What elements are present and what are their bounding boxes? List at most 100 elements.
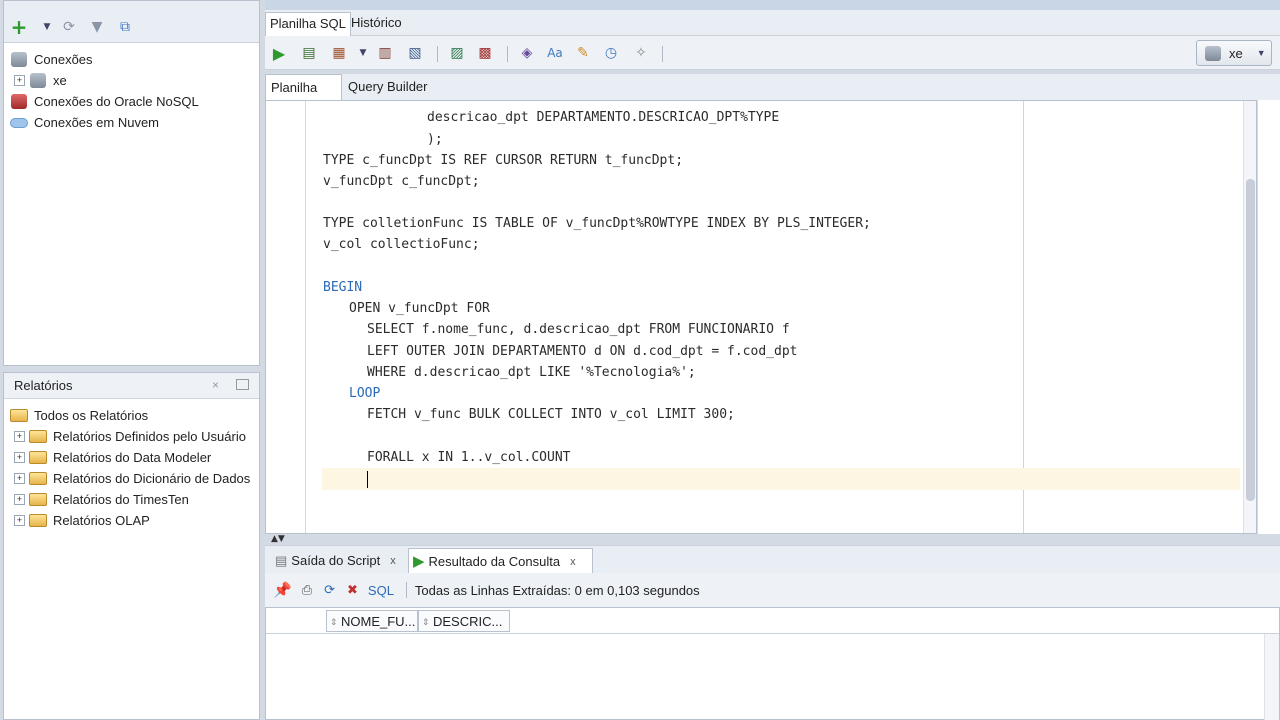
pin-icon[interactable]: 📌 — [273, 581, 292, 599]
tab-sql-worksheet[interactable]: Planilha SQL — [265, 12, 351, 36]
editor-toolbar: ▶ ▤ ▦ ▼ ▥ ▧ ▨ ▩ ◈ Aa ✎ ◷ ✧ xe ▼ — [265, 36, 1280, 70]
add-connection-icon[interactable]: + — [10, 15, 28, 39]
schema-browser-icon[interactable]: ⧉ — [116, 18, 134, 36]
dropdown-arrow-icon[interactable]: ▼ — [353, 43, 373, 63]
tree-item-label: Relatórios Definidos pelo Usuário — [53, 429, 246, 444]
connections-toolbar: + ▼ ⟳ ▼ ⧉ — [4, 1, 259, 43]
sort-icon: ⇕ — [422, 617, 430, 627]
worksheet-tabs: Planilha Query Builder — [265, 74, 1280, 100]
tab-history[interactable]: Histórico — [347, 12, 406, 36]
eraser-icon[interactable]: ✎ — [573, 43, 593, 63]
expand-icon[interactable]: + — [14, 473, 25, 484]
vertical-scrollbar[interactable] — [1264, 634, 1279, 720]
autotrace-icon[interactable]: ▨ — [447, 43, 467, 63]
reports-panel: Relatórios × Todos os Relatórios + Relat… — [3, 372, 260, 720]
tab-label: Resultado da Consulta — [428, 553, 561, 569]
close-icon[interactable]: x — [570, 549, 576, 575]
tree-item-olap[interactable]: + Relatórios OLAP — [14, 510, 150, 531]
tab-script-output[interactable]: ▤ Saída do Script x — [271, 548, 403, 574]
explain-plan-icon[interactable]: ▧ — [405, 43, 425, 63]
tab-worksheet[interactable]: Planilha — [265, 74, 342, 100]
cancel-query-icon[interactable]: ✖ — [347, 583, 358, 598]
sql-tuning-icon[interactable]: ◈ — [517, 43, 537, 63]
column-header[interactable]: ⇕ DESCRIC... — [418, 610, 510, 632]
reports-panel-header: Relatórios × — [4, 373, 259, 399]
tree-item-connections[interactable]: Conexões — [10, 49, 93, 70]
tools-icon[interactable]: ✧ — [631, 43, 651, 63]
expand-icon[interactable]: + — [14, 452, 25, 463]
tree-item-label: Relatórios OLAP — [53, 513, 150, 528]
fetch-status: Todas as Linhas Extraídas: 0 em 0,103 se… — [414, 582, 700, 598]
commit-icon[interactable]: ▦ — [329, 43, 349, 63]
close-icon[interactable]: × — [212, 378, 219, 392]
toolbar-separator — [507, 46, 508, 62]
tree-item-user-reports[interactable]: + Relatórios Definidos pelo Usuário — [14, 426, 246, 447]
tab-query-result[interactable]: ▶ Resultado da Consulta x — [408, 548, 593, 574]
close-icon[interactable]: x — [390, 548, 396, 574]
vertical-scrollbar[interactable] — [1243, 101, 1256, 533]
connection-select[interactable]: xe ▼ — [1196, 40, 1272, 66]
grid-header: ⇕ NOME_FU... ⇕ DESCRIC... — [266, 608, 1279, 634]
sort-icon: ⇕ — [330, 617, 338, 627]
code-line: v_funcDpt c_funcDpt; — [323, 174, 480, 189]
folder-icon — [29, 513, 47, 529]
run-script-icon[interactable]: ▤ — [299, 43, 319, 63]
code-line: LEFT OUTER JOIN DEPARTAMENTO d ON d.cod_… — [367, 344, 798, 359]
reports-title: Relatórios — [14, 378, 73, 393]
print-icon[interactable]: ⎙ — [302, 583, 312, 598]
results-grid[interactable]: ⇕ NOME_FU... ⇕ DESCRIC... — [265, 607, 1280, 720]
expand-icon[interactable]: + — [14, 431, 25, 442]
toolbar-separator — [662, 46, 663, 62]
tree-item-label: Relatórios do TimesTen — [53, 492, 189, 507]
history-icon[interactable]: ◷ — [601, 43, 621, 63]
toolbar-separator — [405, 582, 407, 598]
expand-icon[interactable]: + — [14, 494, 25, 505]
rollback-icon[interactable]: ▥ — [375, 43, 395, 63]
tree-item-label: xe — [53, 73, 67, 88]
clear-icon[interactable]: ▩ — [475, 43, 495, 63]
connections-icon — [10, 52, 28, 68]
scrollbar-thumb[interactable] — [1246, 179, 1255, 501]
tree-item-data-dictionary[interactable]: + Relatórios do Dicionário de Dados — [14, 468, 250, 489]
tree-item-nosql[interactable]: Conexões do Oracle NoSQL — [10, 91, 199, 112]
filter-icon[interactable]: ▼ — [88, 18, 106, 36]
dropdown-arrow-icon[interactable]: ▼ — [38, 18, 56, 36]
connections-panel: + ▼ ⟳ ▼ ⧉ Conexões + xe Conexões do Orac… — [3, 0, 260, 366]
script-output-icon: ▤ — [275, 553, 288, 568]
code-line: BEGIN — [323, 280, 363, 295]
run-statement-icon[interactable]: ▶ — [269, 43, 289, 63]
folder-icon — [29, 429, 47, 445]
tab-query-builder[interactable]: Query Builder — [343, 74, 432, 100]
column-header[interactable]: ⇕ NOME_FU... — [326, 610, 418, 632]
split-arrows-icon[interactable]: ▲▼ — [271, 534, 285, 544]
tab-label: Saída do Script — [291, 553, 381, 568]
refresh-icon[interactable]: ⟳ — [60, 18, 78, 36]
current-line-highlight — [322, 468, 1240, 490]
code-line: descricao_dpt DEPARTAMENTO.DESCRICAO_DPT… — [427, 110, 780, 125]
expand-icon[interactable]: + — [14, 75, 25, 86]
tree-item-label: Relatórios do Dicionário de Dados — [53, 471, 251, 486]
format-case-icon[interactable]: Aa — [545, 43, 565, 63]
code-line: FORALL x IN 1..v_col.COUNT — [367, 450, 571, 465]
tree-item-data-modeler[interactable]: + Relatórios do Data Modeler — [14, 447, 211, 468]
folder-icon — [10, 408, 28, 424]
code-line: TYPE c_funcDpt IS REF CURSOR RETURN t_fu… — [323, 153, 684, 168]
expand-icon[interactable]: + — [14, 515, 25, 526]
code-editor[interactable]: descricao_dpt DEPARTAMENTO.DESCRICAO_DPT… — [265, 100, 1257, 534]
refresh-icon[interactable]: ⟳ — [324, 583, 335, 598]
folder-icon — [29, 471, 47, 487]
tree-item-timesten[interactable]: + Relatórios do TimesTen — [14, 489, 189, 510]
code-line: ); — [427, 132, 443, 147]
code-line: FETCH v_func BULK COLLECT INTO v_col LIM… — [367, 407, 735, 422]
cloud-icon — [10, 115, 28, 131]
line-gutter — [266, 101, 306, 533]
minimize-icon[interactable] — [236, 379, 249, 390]
code-line: WHERE d.descricao_dpt LIKE '%Tecnologia%… — [367, 365, 696, 380]
tree-item-all-reports[interactable]: Todos os Relatórios — [10, 405, 148, 426]
sql-link[interactable]: SQL — [368, 583, 394, 598]
document-tabs — [265, 0, 1280, 10]
code-line: TYPE colletionFunc IS TABLE OF v_funcDpt… — [323, 216, 871, 231]
tree-item-xe[interactable]: + xe — [14, 70, 67, 91]
tree-item-cloud[interactable]: Conexões em Nuvem — [10, 112, 159, 133]
play-icon: ▶ — [413, 552, 425, 570]
